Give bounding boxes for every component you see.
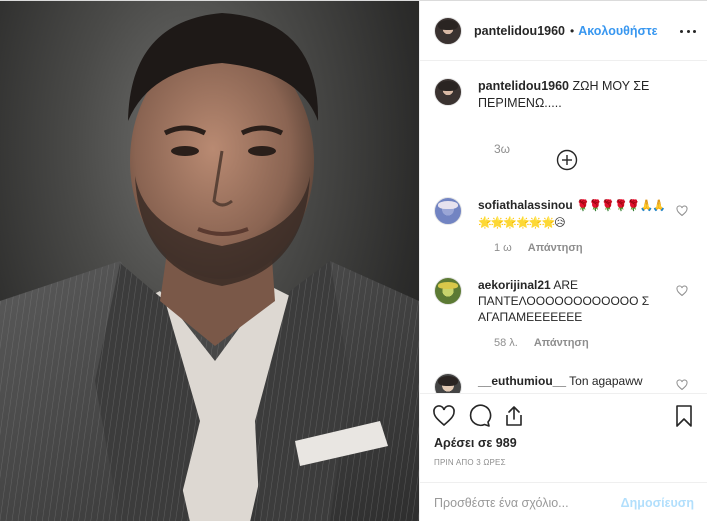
post-header: pantelidou1960 • Ακολουθήστε (420, 1, 707, 61)
commenter-avatar[interactable] (434, 277, 462, 305)
comment-body: sofiathalassinou 🌹🌹🌹🌹🌹🙏🙏 🌟🌟🌟🌟🌟🌟😥 (478, 197, 674, 231)
posted-time[interactable]: ΠΡΙΝ ΑΠΟ 3 ΩΡΕΣ (434, 458, 506, 467)
portrait-illustration (0, 13, 419, 521)
comment-item: __euthumiou__ Ton agapaww (434, 373, 696, 393)
comment-input[interactable] (434, 495, 621, 510)
comment-username[interactable]: __euthumiou__ (478, 374, 566, 388)
post-actions: Αρέσει σε 989 ΠΡΙΝ ΑΠΟ 3 ΩΡΕΣ Δημοσίευση (420, 393, 707, 521)
caption: pantelidou1960 ΖΩΗ ΜΟΥ ΣΕ ΠΕΡΙΜΕΝΩ..... … (434, 78, 696, 156)
plus-circle-icon[interactable] (556, 149, 578, 171)
caption-body: pantelidou1960 ΖΩΗ ΜΟΥ ΣΕ ΠΕΡΙΜΕΝΩ..... (478, 78, 696, 112)
comment-time[interactable]: 58 λ. (494, 337, 518, 349)
instagram-post: pantelidou1960 • Ακολουθήστε pantelidou1… (0, 0, 707, 521)
comment-body: __euthumiou__ Ton agapaww (478, 373, 674, 393)
caption-time[interactable]: 3ω (494, 142, 510, 156)
comment-time[interactable]: 1 ω (494, 242, 512, 254)
comment-icon[interactable] (468, 404, 492, 428)
add-comment-bar: Δημοσίευση (420, 482, 707, 521)
action-icons (432, 404, 696, 430)
comment-like-icon[interactable] (676, 379, 688, 391)
reply-button[interactable]: Απάντηση (528, 242, 583, 254)
comment-like-icon[interactable] (676, 285, 688, 297)
comment-username[interactable]: sofiathalassinou (478, 198, 573, 212)
share-icon[interactable] (502, 404, 526, 428)
comment-meta: 1 ω Απάντηση (494, 242, 583, 254)
post-photo[interactable] (0, 1, 419, 521)
comment-username[interactable]: aekorijinal21 (478, 278, 551, 292)
caption-username[interactable]: pantelidou1960 (478, 79, 569, 93)
author-avatar[interactable] (434, 16, 462, 45)
publish-button[interactable]: Δημοσίευση (621, 496, 694, 510)
post-side-panel: pantelidou1960 • Ακολουθήστε pantelidou1… (419, 1, 707, 521)
more-options-icon[interactable] (680, 23, 696, 39)
reply-button[interactable]: Απάντηση (534, 337, 589, 349)
comment-text: Ton agapaww (569, 374, 643, 388)
commenter-avatar[interactable] (434, 373, 462, 393)
heart-icon[interactable] (432, 404, 456, 428)
likes-count[interactable]: Αρέσει σε 989 (434, 436, 517, 450)
comment-item: sofiathalassinou 🌹🌹🌹🌹🌹🙏🙏 🌟🌟🌟🌟🌟🌟😥 1 ω Απάν… (434, 197, 696, 254)
bookmark-icon[interactable] (672, 404, 696, 428)
author-username[interactable]: pantelidou1960 (474, 24, 565, 38)
comment-item: aekorijinal21 ARE ΠΑΝΤΕΛΟΟΟΟΟΟΟΟΟΟΟΟ Σ Α… (434, 277, 696, 349)
comment-like-icon[interactable] (676, 205, 688, 217)
follow-button[interactable]: Ακολουθήστε (578, 24, 657, 38)
caption-avatar[interactable] (434, 78, 462, 106)
commenter-avatar[interactable] (434, 197, 462, 225)
comment-meta: 58 λ. Απάντηση (494, 337, 589, 349)
comment-body: aekorijinal21 ARE ΠΑΝΤΕΛΟΟΟΟΟΟΟΟΟΟΟΟ Σ Α… (478, 277, 674, 325)
separator-dot: • (570, 23, 575, 38)
